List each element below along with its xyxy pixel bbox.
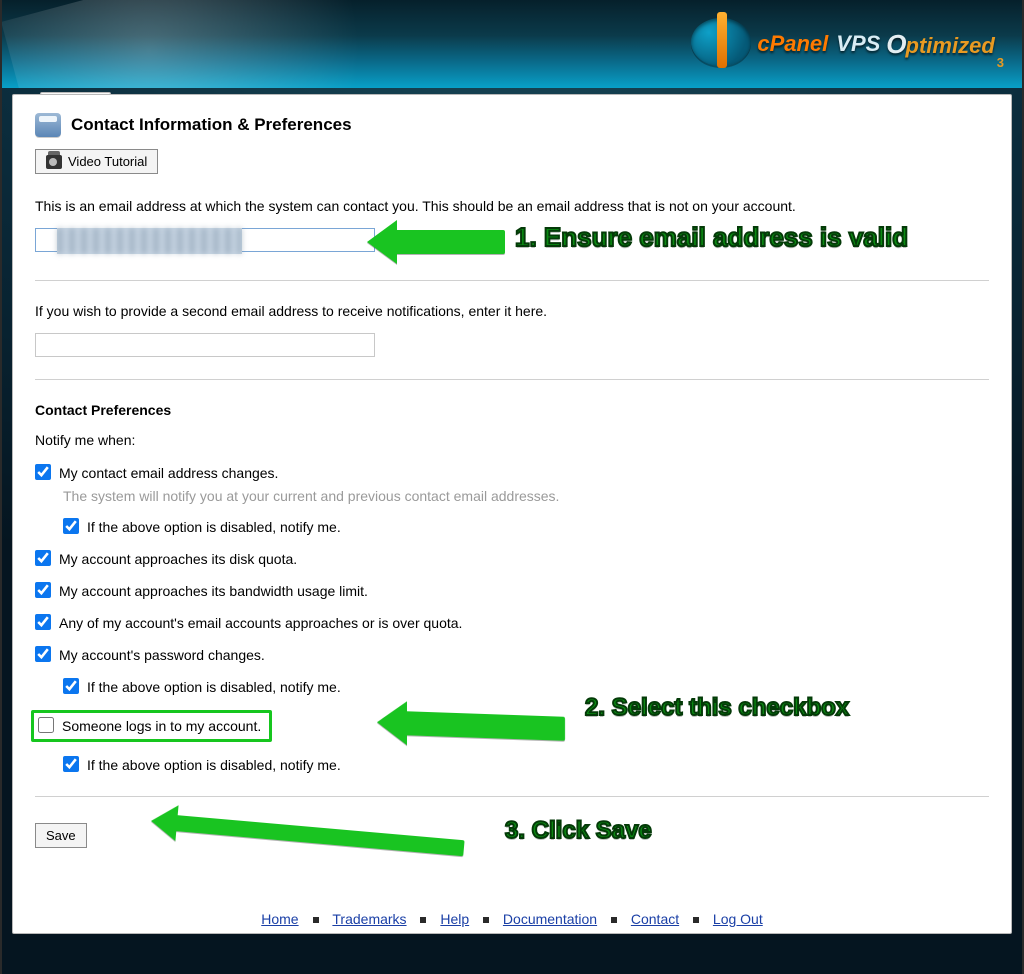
checkbox-disk-quota[interactable] xyxy=(35,550,51,566)
notify-label: Notify me when: xyxy=(35,432,989,448)
annotation-2: 2. Select this checkbox xyxy=(585,694,849,722)
save-label: Save xyxy=(46,828,76,843)
brand-vps: VPS xyxy=(836,31,880,57)
footer-trademarks[interactable]: Trademarks xyxy=(332,911,406,927)
pref-label: My account approaches its bandwidth usag… xyxy=(59,582,368,600)
checkbox-login-fallback[interactable] xyxy=(63,756,79,772)
pref-login[interactable]: Someone logs in to my account. xyxy=(38,717,261,735)
pref-password-fallback[interactable]: If the above option is disabled, notify … xyxy=(63,678,989,696)
page-title: Contact Information & Preferences xyxy=(71,115,352,135)
video-tutorial-button[interactable]: Video Tutorial xyxy=(35,149,158,174)
checkbox-email-quota[interactable] xyxy=(35,614,51,630)
dot-icon xyxy=(420,917,426,923)
panel-frame: CPANEL 11 Contact Information & Preferen… xyxy=(12,94,1012,934)
arrow-icon xyxy=(395,230,505,254)
brand-logo: cPanel VPS Optimized 3 xyxy=(691,18,1004,70)
checkbox-password[interactable] xyxy=(35,646,51,662)
arrow-icon xyxy=(174,815,464,856)
redacted-overlay xyxy=(57,228,242,254)
prefs-header: Contact Preferences xyxy=(35,402,989,418)
checkbox-contact-fallback[interactable] xyxy=(63,518,79,534)
pref-label: My account approaches its disk quota. xyxy=(59,550,297,568)
pref-login-fallback[interactable]: If the above option is disabled, notify … xyxy=(63,756,989,774)
dot-icon xyxy=(693,917,699,923)
divider xyxy=(35,796,989,797)
pref-label: If the above option is disabled, notify … xyxy=(87,756,341,774)
annotation-1: 1. Ensure email address is valid xyxy=(515,222,908,253)
checkbox-bandwidth[interactable] xyxy=(35,582,51,598)
camera-icon xyxy=(46,155,62,169)
checkbox-login[interactable] xyxy=(38,717,54,733)
pref-disk-quota[interactable]: My account approaches its disk quota. xyxy=(35,550,989,568)
video-btn-label: Video Tutorial xyxy=(68,154,147,169)
pref-label: My contact email address changes. xyxy=(59,464,278,482)
pref-bandwidth[interactable]: My account approaches its bandwidth usag… xyxy=(35,582,989,600)
pref-email-quota[interactable]: Any of my account's email accounts appro… xyxy=(35,614,989,632)
email2-description: If you wish to provide a second email ad… xyxy=(35,303,989,319)
divider xyxy=(35,379,989,380)
dot-icon xyxy=(313,917,319,923)
pref-contact-changes-fallback[interactable]: If the above option is disabled, notify … xyxy=(63,518,989,536)
secondary-email-input[interactable] xyxy=(35,333,375,357)
footer-documentation[interactable]: Documentation xyxy=(503,911,597,927)
brand-optimized: Optimized xyxy=(886,29,994,60)
footer-contact[interactable]: Contact xyxy=(631,911,679,927)
pref-label: Someone logs in to my account. xyxy=(62,717,261,735)
pref-label: Any of my account's email accounts appro… xyxy=(59,614,462,632)
footer-logout[interactable]: Log Out xyxy=(713,911,763,927)
pref-login-row-wrap: Someone logs in to my account. 2. Select… xyxy=(35,710,989,742)
save-section: Save 3. Click Save xyxy=(35,819,989,848)
brand-version: 3 xyxy=(997,55,1004,70)
save-button[interactable]: Save xyxy=(35,823,87,848)
dot-icon xyxy=(611,917,617,923)
footer-help[interactable]: Help xyxy=(440,911,469,927)
dot-icon xyxy=(483,917,489,923)
pref-label: If the above option is disabled, notify … xyxy=(87,678,341,696)
checkbox-contact-changes[interactable] xyxy=(35,464,51,480)
annotation-3: 3. Click Save xyxy=(505,817,652,845)
checkbox-password-fallback[interactable] xyxy=(63,678,79,694)
main-panel: Contact Information & Preferences Video … xyxy=(12,94,1012,934)
pref-contact-changes[interactable]: My contact email address changes. xyxy=(35,464,989,482)
app-window: cPanel VPS Optimized 3 CPANEL 11 Contact… xyxy=(0,0,1024,974)
pref-password-changes[interactable]: My account's password changes. xyxy=(35,646,989,664)
page-header: Contact Information & Preferences xyxy=(35,113,989,137)
preferences-list: My contact email address changes. The sy… xyxy=(35,464,989,774)
footer-home[interactable]: Home xyxy=(261,911,298,927)
email1-field-wrap: 1. Ensure email address is valid xyxy=(35,228,989,258)
footer-links: Home Trademarks Help Documentation Conta… xyxy=(13,911,1011,927)
pref-label: My account's password changes. xyxy=(59,646,265,664)
divider xyxy=(35,280,989,281)
pref-contact-hint: The system will notify you at your curre… xyxy=(63,488,989,504)
contact-icon xyxy=(35,113,61,137)
brand-cp: cPanel xyxy=(757,31,828,57)
email1-description: This is an email address at which the sy… xyxy=(35,198,989,214)
pref-label: If the above option is disabled, notify … xyxy=(87,518,341,536)
header-banner: cPanel VPS Optimized 3 xyxy=(2,0,1022,88)
cpanel-badge-icon xyxy=(691,18,751,70)
arrow-icon xyxy=(405,711,565,741)
